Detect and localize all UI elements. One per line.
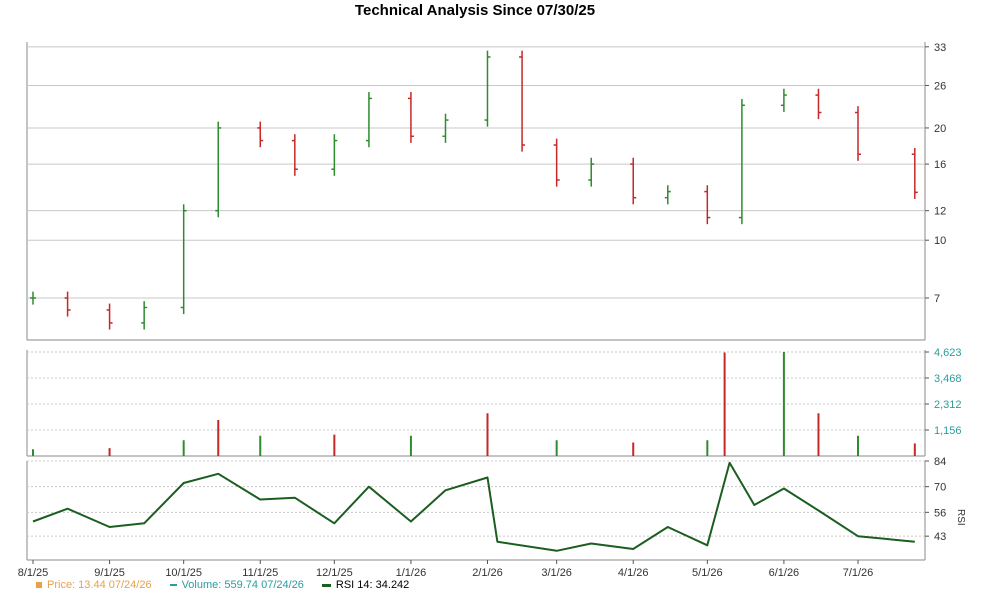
volume-tick-label: 4,623: [934, 347, 962, 359]
volume-bar: [913, 443, 916, 456]
legend-price: Price: 13.44 07/24/26: [36, 579, 152, 591]
volume-bar: [782, 352, 785, 456]
volume-bar: [217, 420, 220, 456]
volume-bar: [486, 413, 489, 456]
price-tick-label: 26: [934, 80, 946, 92]
price-tick-label: 7: [934, 293, 940, 305]
x-tick-label: 7/1/26: [843, 567, 874, 579]
rsi-tick-label: 56: [934, 507, 946, 519]
x-tick-label: 6/1/26: [769, 567, 800, 579]
volume-bar: [857, 435, 859, 456]
price-tick-label: 12: [934, 206, 946, 218]
x-tick-label: 9/1/25: [94, 567, 125, 579]
legend-price-text: Price: 13.44 07/24/26: [47, 579, 152, 591]
volume-bar: [333, 434, 336, 456]
legend-volume-text: Volume: 559.74 07/24/26: [181, 579, 304, 591]
x-tick-label: 12/1/25: [316, 567, 353, 579]
legend-rsi: RSI 14: 34.242: [321, 579, 410, 591]
x-tick-label: 5/1/26: [692, 567, 723, 579]
volume-bar: [632, 442, 635, 456]
price-tick-label: 20: [934, 123, 946, 135]
volume-bar: [108, 448, 111, 456]
price-tick-label: 10: [934, 235, 946, 247]
rsi-line: [32, 461, 915, 552]
volume-bar: [723, 352, 726, 456]
rsi-tick-label: 84: [934, 456, 946, 468]
volume-tick-label: 3,468: [934, 373, 962, 385]
x-tick-label: 4/1/26: [618, 567, 649, 579]
price-tick-label: 33: [934, 42, 946, 54]
volume-tick-label: 1,156: [934, 425, 962, 437]
x-tick-label: 8/1/25: [18, 567, 49, 579]
volume-bar: [259, 435, 262, 456]
price-swatch: [36, 582, 42, 588]
volume-bar: [706, 440, 709, 456]
legend-rsi-text: RSI 14: 34.242: [335, 579, 410, 591]
rsi-axis-label: RSI: [955, 509, 966, 526]
x-tick-label: 3/1/26: [541, 567, 572, 579]
x-tick-label: 2/1/26: [472, 567, 503, 579]
volume-bar: [409, 435, 412, 456]
volume-bar: [817, 413, 820, 456]
volume-tick-label: 2,312: [934, 399, 962, 411]
rsi-tick-label: 43: [934, 531, 946, 543]
volume-bar: [555, 440, 558, 456]
rsi-tick-label: 70: [934, 482, 946, 494]
volume-bar: [32, 449, 34, 456]
price-tick-label: 16: [934, 159, 946, 171]
rsi-swatch: [321, 583, 331, 587]
volume-swatch: [169, 584, 177, 586]
legend: Price: 13.44 07/24/26 Volume: 559.74 07/…: [36, 579, 409, 591]
x-tick-label: 11/1/25: [242, 567, 278, 579]
x-tick-label: 1/1/26: [396, 567, 427, 579]
legend-volume: Volume: 559.74 07/24/26: [169, 579, 304, 591]
volume-bar: [182, 440, 185, 456]
chart-canvas: 7 10 12 16 20 26 33 1,156 2,312 3,468 4,623 43 56 70 8…: [18, 42, 966, 579]
x-tick-label: 10/1/25: [165, 567, 202, 579]
